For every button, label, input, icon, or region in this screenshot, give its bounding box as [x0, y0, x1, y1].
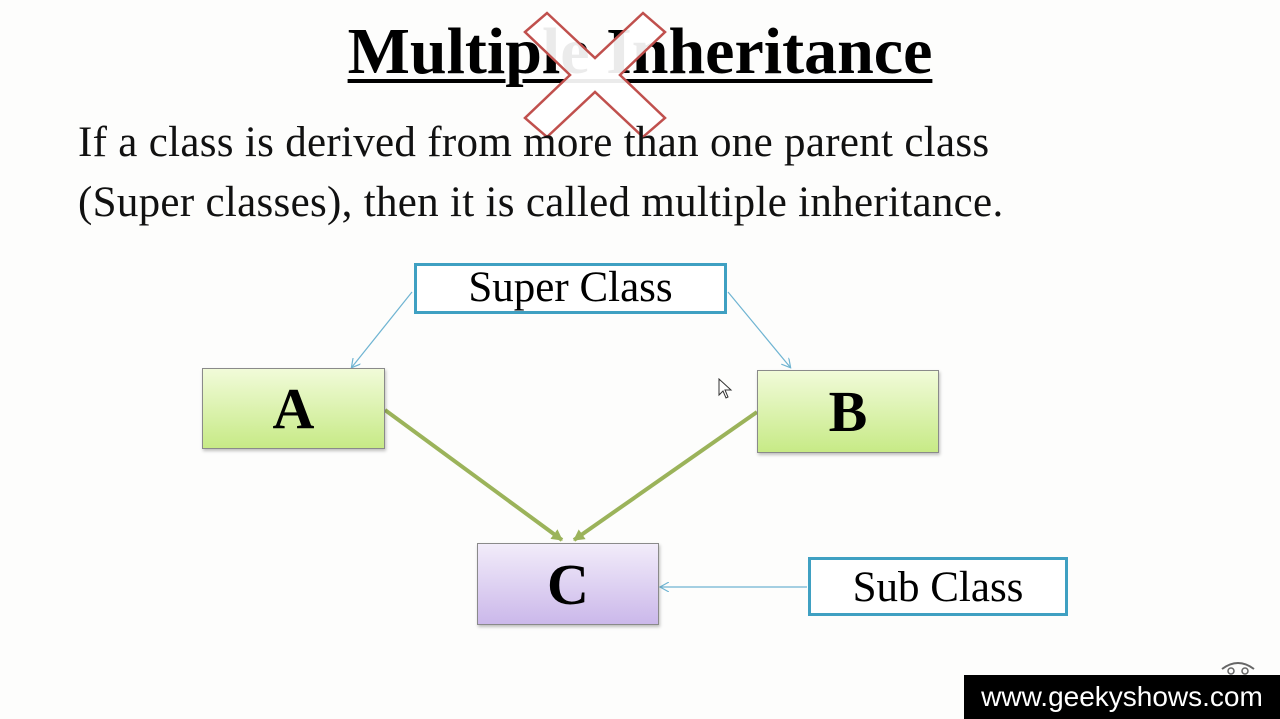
sub-class-callout: Sub Class — [808, 557, 1068, 616]
a-to-c-arrow — [383, 408, 564, 542]
super-to-a-arrow — [352, 291, 413, 367]
slide: Multiple Inheritance If a class is deriv… — [0, 0, 1280, 719]
class-b-node: B — [757, 370, 939, 453]
class-a-node: A — [202, 368, 385, 449]
super-class-callout: Super Class — [414, 263, 727, 314]
definition-line-1: If a class is derived from more than one… — [78, 119, 990, 166]
class-b-label: B — [828, 379, 868, 444]
b-to-c-arrow — [572, 410, 759, 542]
class-a-label: A — [272, 376, 315, 441]
class-c-node: C — [477, 543, 659, 625]
watermark-banner: www.geekyshows.com — [964, 675, 1280, 719]
definition-line-2: (Super classes), then it is called multi… — [78, 179, 1004, 226]
super-to-b-arrow — [727, 291, 790, 367]
geekyshows-logo-icon — [1221, 662, 1255, 675]
mouse-pointer-icon — [718, 378, 733, 399]
class-c-label: C — [547, 551, 589, 617]
